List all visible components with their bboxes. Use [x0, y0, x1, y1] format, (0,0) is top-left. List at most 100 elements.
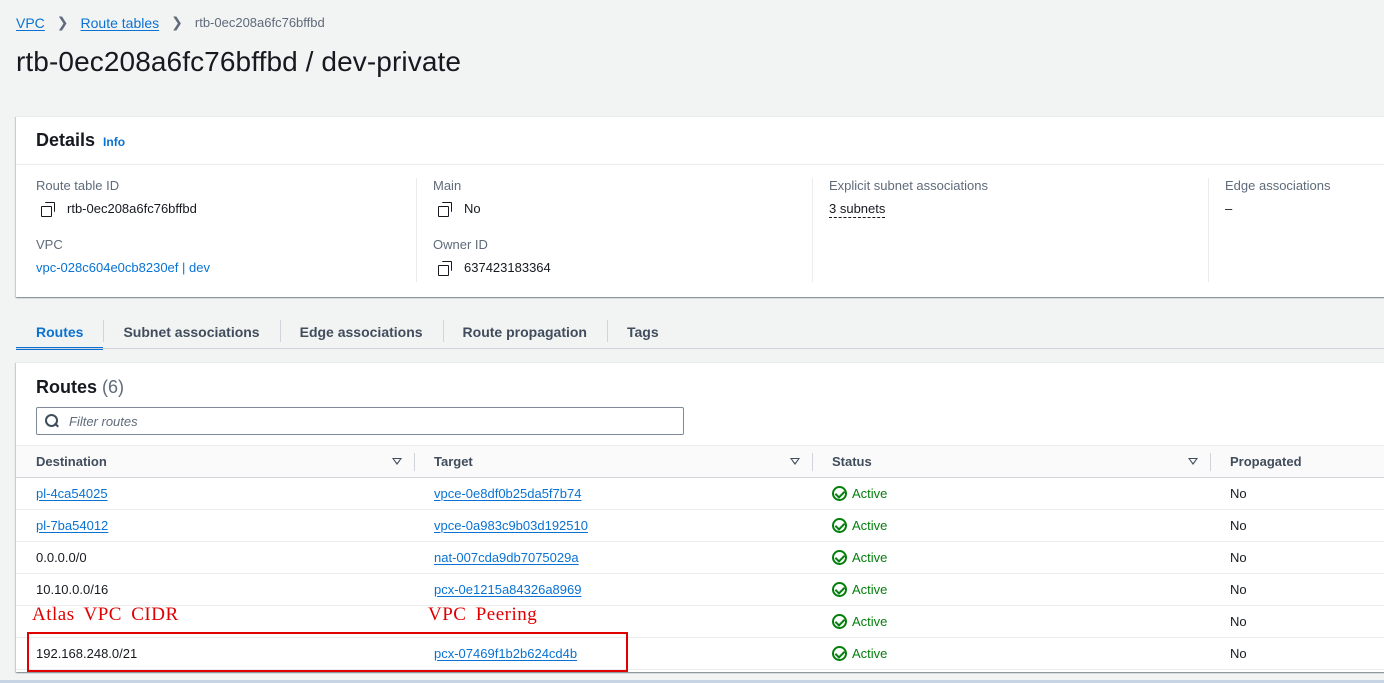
- column-header-target[interactable]: Target: [414, 445, 812, 478]
- status-indicator: Active: [832, 582, 1210, 597]
- main-label: Main: [433, 178, 462, 193]
- cell-status: Active: [812, 477, 1210, 510]
- breadcrumb: VPC ❯ Route tables ❯ rtb-0ec208a6fc76bff…: [16, 14, 325, 31]
- propagated-text: No: [1230, 614, 1247, 629]
- copy-icon[interactable]: [41, 201, 55, 217]
- status-indicator: Active: [832, 550, 1210, 565]
- status-text: Active: [852, 486, 888, 501]
- copy-icon[interactable]: [438, 201, 452, 217]
- breadcrumb-current: rtb-0ec208a6fc76bffbd: [194, 15, 325, 30]
- explicit-subnet-label: Explicit subnet associations: [829, 178, 988, 193]
- filter-routes-box[interactable]: [36, 407, 684, 435]
- tab-edge-associations[interactable]: Edge associations: [279, 314, 443, 349]
- sort-icon[interactable]: [392, 458, 402, 465]
- status-text: Active: [852, 582, 888, 597]
- details-heading: Details: [36, 130, 96, 150]
- cell-propagated: No: [1210, 637, 1384, 670]
- route-table-id-label: Route table ID: [36, 178, 120, 193]
- cell-status: Active: [812, 509, 1210, 542]
- routes-title: Routes: [36, 377, 98, 397]
- explicit-subnet-value: 3 subnets: [829, 201, 1208, 218]
- table-header-row: Destination Target Status Propagated: [16, 445, 1384, 478]
- tab-subnet-associations[interactable]: Subnet associations: [103, 314, 279, 349]
- target-link[interactable]: pcx-0e1215a84326a8969: [434, 582, 581, 597]
- target-link[interactable]: nat-007cda9db7075029a: [434, 550, 579, 565]
- chevron-right-icon: ❯: [171, 14, 183, 30]
- table-row: pl-4ca54025 vpce-0e8df0b25da5f7b74 Activ…: [16, 477, 1384, 510]
- column-header-propagated[interactable]: Propagated: [1210, 445, 1384, 478]
- status-text: Active: [852, 614, 888, 629]
- vpc-value: vpc-028c604e0cb8230ef | dev: [36, 260, 416, 275]
- cell-target: vpce-0e8df0b25da5f7b74: [414, 477, 812, 510]
- cell-status: Active: [812, 573, 1210, 606]
- destination-link[interactable]: pl-7ba54012: [36, 518, 108, 533]
- routes-panel: Routes (6) Destination Target Status Pro…: [16, 362, 1384, 672]
- main-value: No: [433, 201, 812, 217]
- details-column-2: Main No Owner ID 637423183364: [416, 178, 812, 282]
- target-link[interactable]: vpce-0a983c9b03d192510: [434, 518, 588, 533]
- status-indicator: Active: [832, 518, 1210, 533]
- cell-propagated: No: [1210, 573, 1384, 606]
- column-header-label: Target: [434, 454, 473, 469]
- destination-text: 0.0.0.0/0: [36, 550, 87, 565]
- annotation-atlas-vpc-cidr: Atlas VPC CIDR: [32, 604, 179, 625]
- filter-routes-input[interactable]: [69, 413, 649, 429]
- propagated-text: No: [1230, 550, 1247, 565]
- explicit-subnet-popover[interactable]: 3 subnets: [829, 201, 886, 218]
- annotation-vpc-peering: VPC Peering: [428, 604, 538, 625]
- cell-destination: 10.10.0.0/16: [16, 573, 414, 606]
- tab-routes[interactable]: Routes: [16, 314, 104, 350]
- vpc-label: VPC: [36, 237, 63, 252]
- sort-icon[interactable]: [1188, 458, 1198, 465]
- details-header: Details Info: [16, 117, 1384, 165]
- column-header-status[interactable]: Status: [812, 445, 1210, 478]
- column-header-destination[interactable]: Destination: [16, 445, 414, 478]
- cell-target: nat-007cda9db7075029a: [414, 541, 812, 574]
- tab-tags[interactable]: Tags: [606, 314, 679, 349]
- routes-count: (6): [102, 377, 125, 397]
- cell-target: pcx-0e1215a84326a8969: [414, 573, 812, 606]
- vpc-link[interactable]: vpc-028c604e0cb8230ef | dev: [36, 260, 210, 275]
- cell-destination: pl-4ca54025: [16, 477, 414, 510]
- check-circle-icon: [832, 518, 847, 533]
- search-icon: [45, 414, 59, 428]
- target-link[interactable]: vpce-0e8df0b25da5f7b74: [434, 486, 581, 501]
- destination-link[interactable]: pl-4ca54025: [36, 486, 108, 501]
- breadcrumb-vpc-link[interactable]: VPC: [16, 15, 45, 31]
- details-grid: Route table ID rtb-0ec208a6fc76bffbd VPC…: [16, 166, 1384, 297]
- cell-propagated: No: [1210, 477, 1384, 510]
- route-table-id-value: rtb-0ec208a6fc76bffbd: [36, 201, 416, 217]
- breadcrumb-route-tables-link[interactable]: Route tables: [81, 15, 160, 31]
- annotation-highlight-box: [27, 632, 628, 672]
- details-column-4: Edge associations –: [1208, 178, 1384, 282]
- tab-route-propagation[interactable]: Route propagation: [442, 314, 607, 349]
- details-column-1: Route table ID rtb-0ec208a6fc76bffbd VPC…: [36, 178, 416, 282]
- cell-status: Active: [812, 605, 1210, 638]
- propagated-text: No: [1230, 486, 1247, 501]
- column-header-label: Propagated: [1230, 454, 1302, 469]
- owner-id-value: 637423183364: [433, 260, 812, 276]
- check-circle-icon: [832, 614, 847, 629]
- check-circle-icon: [832, 582, 847, 597]
- propagated-text: No: [1230, 646, 1247, 661]
- status-indicator: Active: [832, 486, 1210, 501]
- tabs-divider: [16, 348, 1384, 349]
- info-link[interactable]: Info: [103, 135, 125, 149]
- propagated-text: No: [1230, 518, 1247, 533]
- cell-destination: 0.0.0.0/0: [16, 541, 414, 574]
- destination-text: 10.10.0.0/16: [36, 582, 109, 597]
- tab-list: Routes Subnet associations Edge associat…: [16, 314, 679, 350]
- details-column-3: Explicit subnet associations 3 subnets: [812, 178, 1208, 282]
- owner-id-label: Owner ID: [433, 237, 488, 252]
- page-title: rtb-0ec208a6fc76bffbd / dev-private: [16, 46, 462, 77]
- check-circle-icon: [832, 550, 847, 565]
- status-text: Active: [852, 646, 888, 661]
- chevron-right-icon: ❯: [56, 14, 69, 30]
- status-text: Active: [852, 518, 888, 533]
- copy-icon[interactable]: [438, 260, 452, 276]
- cell-destination: pl-7ba54012: [16, 509, 414, 542]
- sort-icon[interactable]: [790, 458, 800, 465]
- propagated-text: No: [1230, 582, 1247, 597]
- cell-propagated: No: [1210, 509, 1384, 542]
- status-indicator: Active: [832, 614, 1210, 629]
